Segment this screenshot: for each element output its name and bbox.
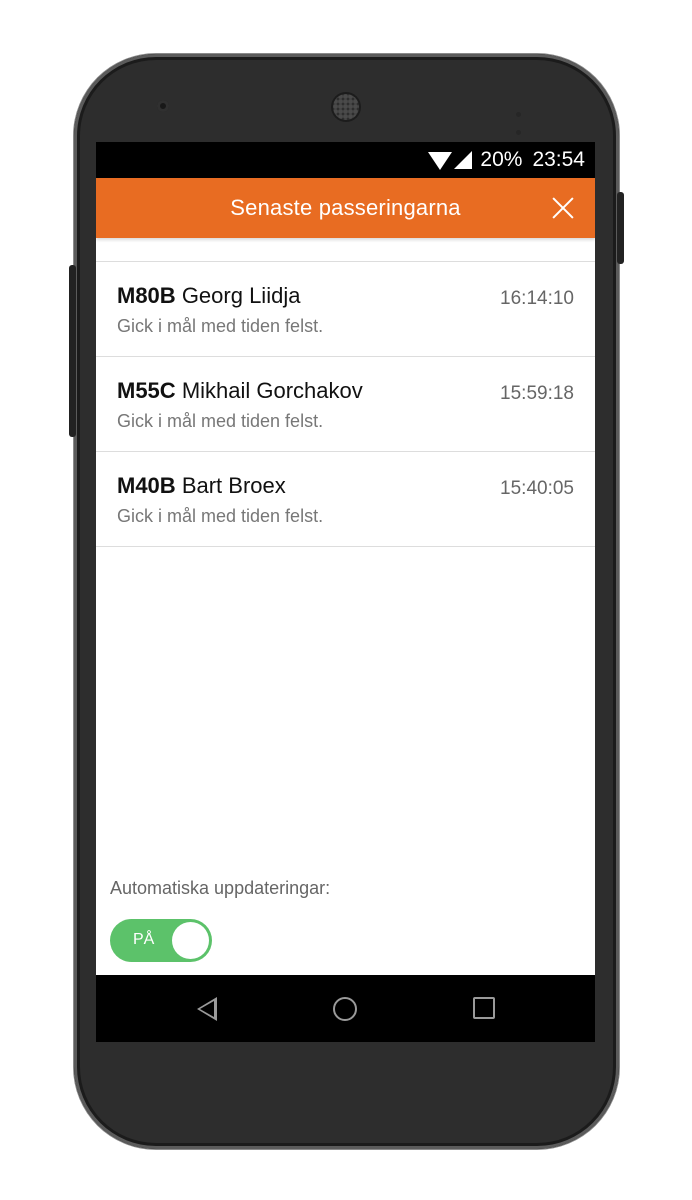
power-button: [617, 192, 624, 264]
toggle-state-label: PÅ: [133, 931, 155, 948]
battery-level: 20%: [480, 148, 523, 171]
auto-updates-label: Automatiska uppdateringar:: [110, 878, 331, 898]
runner-name: Georg Liidja: [181, 283, 301, 308]
runner-name: Mikhail Gorchakov: [181, 378, 363, 403]
close-icon[interactable]: [551, 196, 575, 220]
passing-status: Gick i mål med tiden felst.: [117, 506, 324, 526]
class-code: M80B: [117, 283, 176, 308]
app-bar: Senaste passeringarna: [96, 178, 595, 238]
navigation-bar: [96, 975, 595, 1042]
passing-time: 15:59:18: [500, 383, 574, 404]
proximity-sensors: [516, 104, 546, 135]
class-code: M55C: [117, 378, 176, 403]
back-icon[interactable]: [197, 997, 217, 1021]
runner-line: M55C Mikhail Gorchakov: [117, 378, 363, 404]
passing-time: 16:14:10: [500, 288, 574, 309]
list-item[interactable]: M40B Bart Broex Gick i mål med tiden fel…: [96, 452, 595, 547]
page-title: Senaste passeringarna: [230, 195, 461, 220]
passings-list: M80B Georg Liidja Gick i mål med tiden f…: [96, 261, 595, 547]
front-camera: [157, 100, 169, 112]
wifi-icon: [428, 152, 453, 170]
runner-line: M40B Bart Broex: [117, 473, 286, 499]
volume-button: [69, 265, 76, 437]
runner-line: M80B Georg Liidja: [117, 283, 300, 309]
list-item[interactable]: M55C Mikhail Gorchakov Gick i mål med ti…: [96, 357, 595, 452]
home-icon[interactable]: [333, 997, 357, 1021]
passing-time: 15:40:05: [500, 478, 574, 499]
signal-icon: [454, 151, 473, 169]
passing-status: Gick i mål med tiden felst.: [117, 316, 324, 336]
toggle-knob[interactable]: [172, 922, 209, 959]
recent-apps-icon[interactable]: [473, 997, 495, 1019]
list-item[interactable]: M80B Georg Liidja Gick i mål med tiden f…: [96, 262, 595, 357]
earpiece-speaker: [333, 94, 359, 120]
screen: 20% 23:54 Senaste passeringarna M80B Geo…: [96, 142, 595, 1042]
status-bar: 20% 23:54: [96, 142, 595, 178]
status-time: 23:54: [532, 148, 585, 171]
runner-name: Bart Broex: [181, 473, 286, 498]
auto-updates-toggle[interactable]: PÅ: [110, 919, 212, 962]
passing-status: Gick i mål med tiden felst.: [117, 411, 324, 431]
class-code: M40B: [117, 473, 176, 498]
